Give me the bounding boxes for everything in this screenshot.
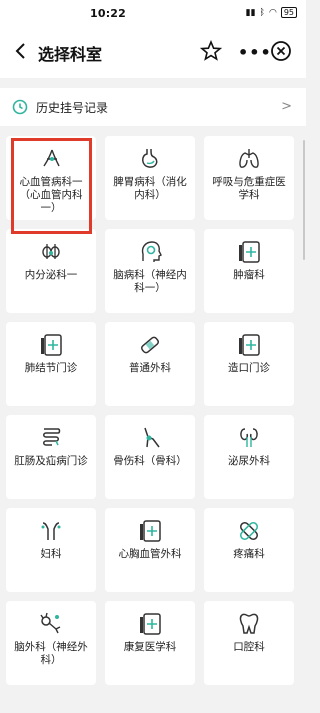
battery-icon: 95 [280, 7, 297, 18]
bandage-cross-icon [240, 522, 258, 540]
department-card[interactable]: 造口门诊 [204, 322, 294, 406]
department-card[interactable]: 肺结节门诊 [6, 322, 96, 406]
department-name: 脑病科（神经内科一） [113, 269, 187, 294]
wifi-icon: ◠ [268, 7, 277, 18]
neuron-icon [40, 612, 61, 634]
department-card[interactable]: 脑病科（神经内科一） [105, 229, 195, 313]
department-name: 骨伤科（骨科） [113, 455, 187, 467]
department-name: 普通外科 [129, 362, 171, 374]
back-arrow-icon[interactable] [10, 40, 32, 62]
history-records-label: 历史挂号记录 [36, 101, 109, 115]
brain-head-icon [141, 241, 162, 262]
department-name: 脑外科（神经外科） [14, 641, 88, 666]
star-icon[interactable] [200, 40, 222, 62]
clinic-door-icon [239, 241, 260, 263]
kidney-icon [240, 428, 258, 447]
intestine-icon [43, 428, 61, 446]
page-title: 选择科室 [38, 45, 103, 64]
status-icons: ▮▮ ᛒ ◠ 95 [246, 7, 297, 18]
department-card[interactable]: 肿瘤科 [204, 229, 294, 313]
department-card[interactable]: 脑外科（神经外科） [6, 601, 96, 685]
department-name: 疼痛科 [233, 548, 265, 560]
department-name: 内分泌科一 [24, 269, 78, 281]
lungs-icon [239, 149, 259, 168]
department-name: 康复医学科 [123, 641, 177, 653]
scrollbar[interactable] [303, 140, 305, 260]
history-records-row[interactable]: 历史挂号记录 > [0, 88, 306, 126]
stomach-icon [142, 148, 158, 168]
department-card[interactable]: 骨伤科（骨科） [105, 415, 195, 499]
department-name: 造口门诊 [228, 362, 270, 374]
department-card[interactable]: 脾胃病科（消化内科） [105, 136, 195, 220]
department-card[interactable]: 泌尿外科 [204, 415, 294, 499]
department-name: 肛肠及疝病门诊 [14, 455, 88, 467]
department-name: 心胸血管外科 [118, 548, 182, 560]
department-card[interactable]: 内分泌科一 [6, 229, 96, 313]
more-icon[interactable]: ••• [238, 43, 272, 62]
status-time: 10:22 [90, 7, 127, 20]
department-name: 脾胃病科（消化内科） [113, 176, 187, 201]
department-card[interactable]: 肛肠及疝病门诊 [6, 415, 96, 499]
department-card[interactable]: 康复医学科 [105, 601, 195, 685]
clinic-door-icon [41, 334, 62, 356]
department-name: 泌尿外科 [228, 455, 270, 467]
department-card[interactable]: 妇科 [6, 508, 96, 592]
department-name: 呼吸与危重症医学科 [212, 176, 286, 201]
signal-icon: ▮▮ [245, 7, 256, 18]
department-name: 肺结节门诊 [24, 362, 78, 374]
department-card[interactable]: 口腔科 [204, 601, 294, 685]
top-bar: 选择科室 ••• [0, 26, 306, 78]
tooth-icon [239, 613, 259, 634]
clinic-door-icon [140, 520, 161, 542]
department-card[interactable]: 呼吸与危重症医学科 [204, 136, 294, 220]
thyroid-icon [42, 244, 60, 259]
department-card[interactable]: 普通外科 [105, 322, 195, 406]
bluetooth-icon: ᛒ [259, 7, 265, 18]
bone-joint-icon [144, 427, 160, 448]
department-name: 口腔科 [233, 641, 265, 653]
selection-highlight [11, 138, 92, 234]
clinic-door-icon [239, 334, 260, 356]
department-card[interactable]: 心胸血管外科 [105, 508, 195, 592]
clock-icon [12, 99, 28, 115]
uterus-icon [41, 522, 61, 540]
department-name: 肿瘤科 [233, 269, 265, 281]
department-name: 妇科 [40, 548, 62, 560]
bandage-icon [141, 336, 159, 354]
close-icon[interactable] [270, 40, 292, 62]
department-card[interactable]: 疼痛科 [204, 508, 294, 592]
chevron-right-icon: > [281, 99, 292, 114]
status-bar: 10:22 ▮▮ ᛒ ◠ 95 [0, 0, 306, 26]
clinic-door-icon [140, 613, 161, 635]
